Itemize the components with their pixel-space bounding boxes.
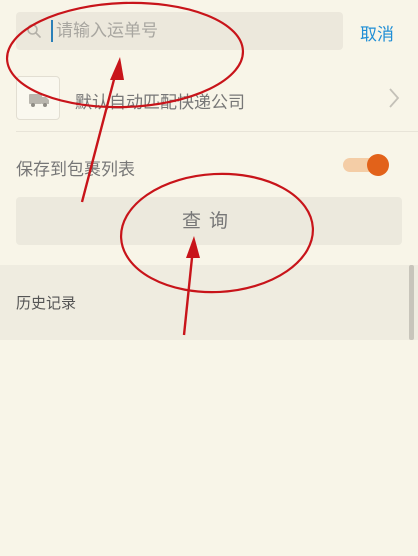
history-list [0,340,418,556]
query-button[interactable]: 查询 [16,197,402,245]
courier-selector[interactable]: 默认自动匹配快递公司 [0,74,418,130]
courier-label: 默认自动匹配快递公司 [75,93,245,113]
search-icon [26,23,42,39]
history-title: 历史记录 [16,294,77,312]
courier-logo [16,76,60,120]
tracking-number-input[interactable] [56,18,326,44]
save-to-list-label: 保存到包裹列表 [16,160,135,180]
courier-icon [29,94,49,107]
save-to-list-toggle[interactable] [343,154,391,176]
search-box[interactable] [16,12,343,50]
save-to-list-row: 保存到包裹列表 [0,140,418,190]
divider [16,131,418,132]
toggle-knob [367,154,389,176]
search-bar: 取消 [0,0,418,64]
text-cursor [51,20,53,42]
chevron-right-icon [388,87,400,113]
cancel-button[interactable]: 取消 [360,20,394,45]
scrollbar[interactable] [409,265,414,340]
history-section: 历史记录 [0,265,418,340]
